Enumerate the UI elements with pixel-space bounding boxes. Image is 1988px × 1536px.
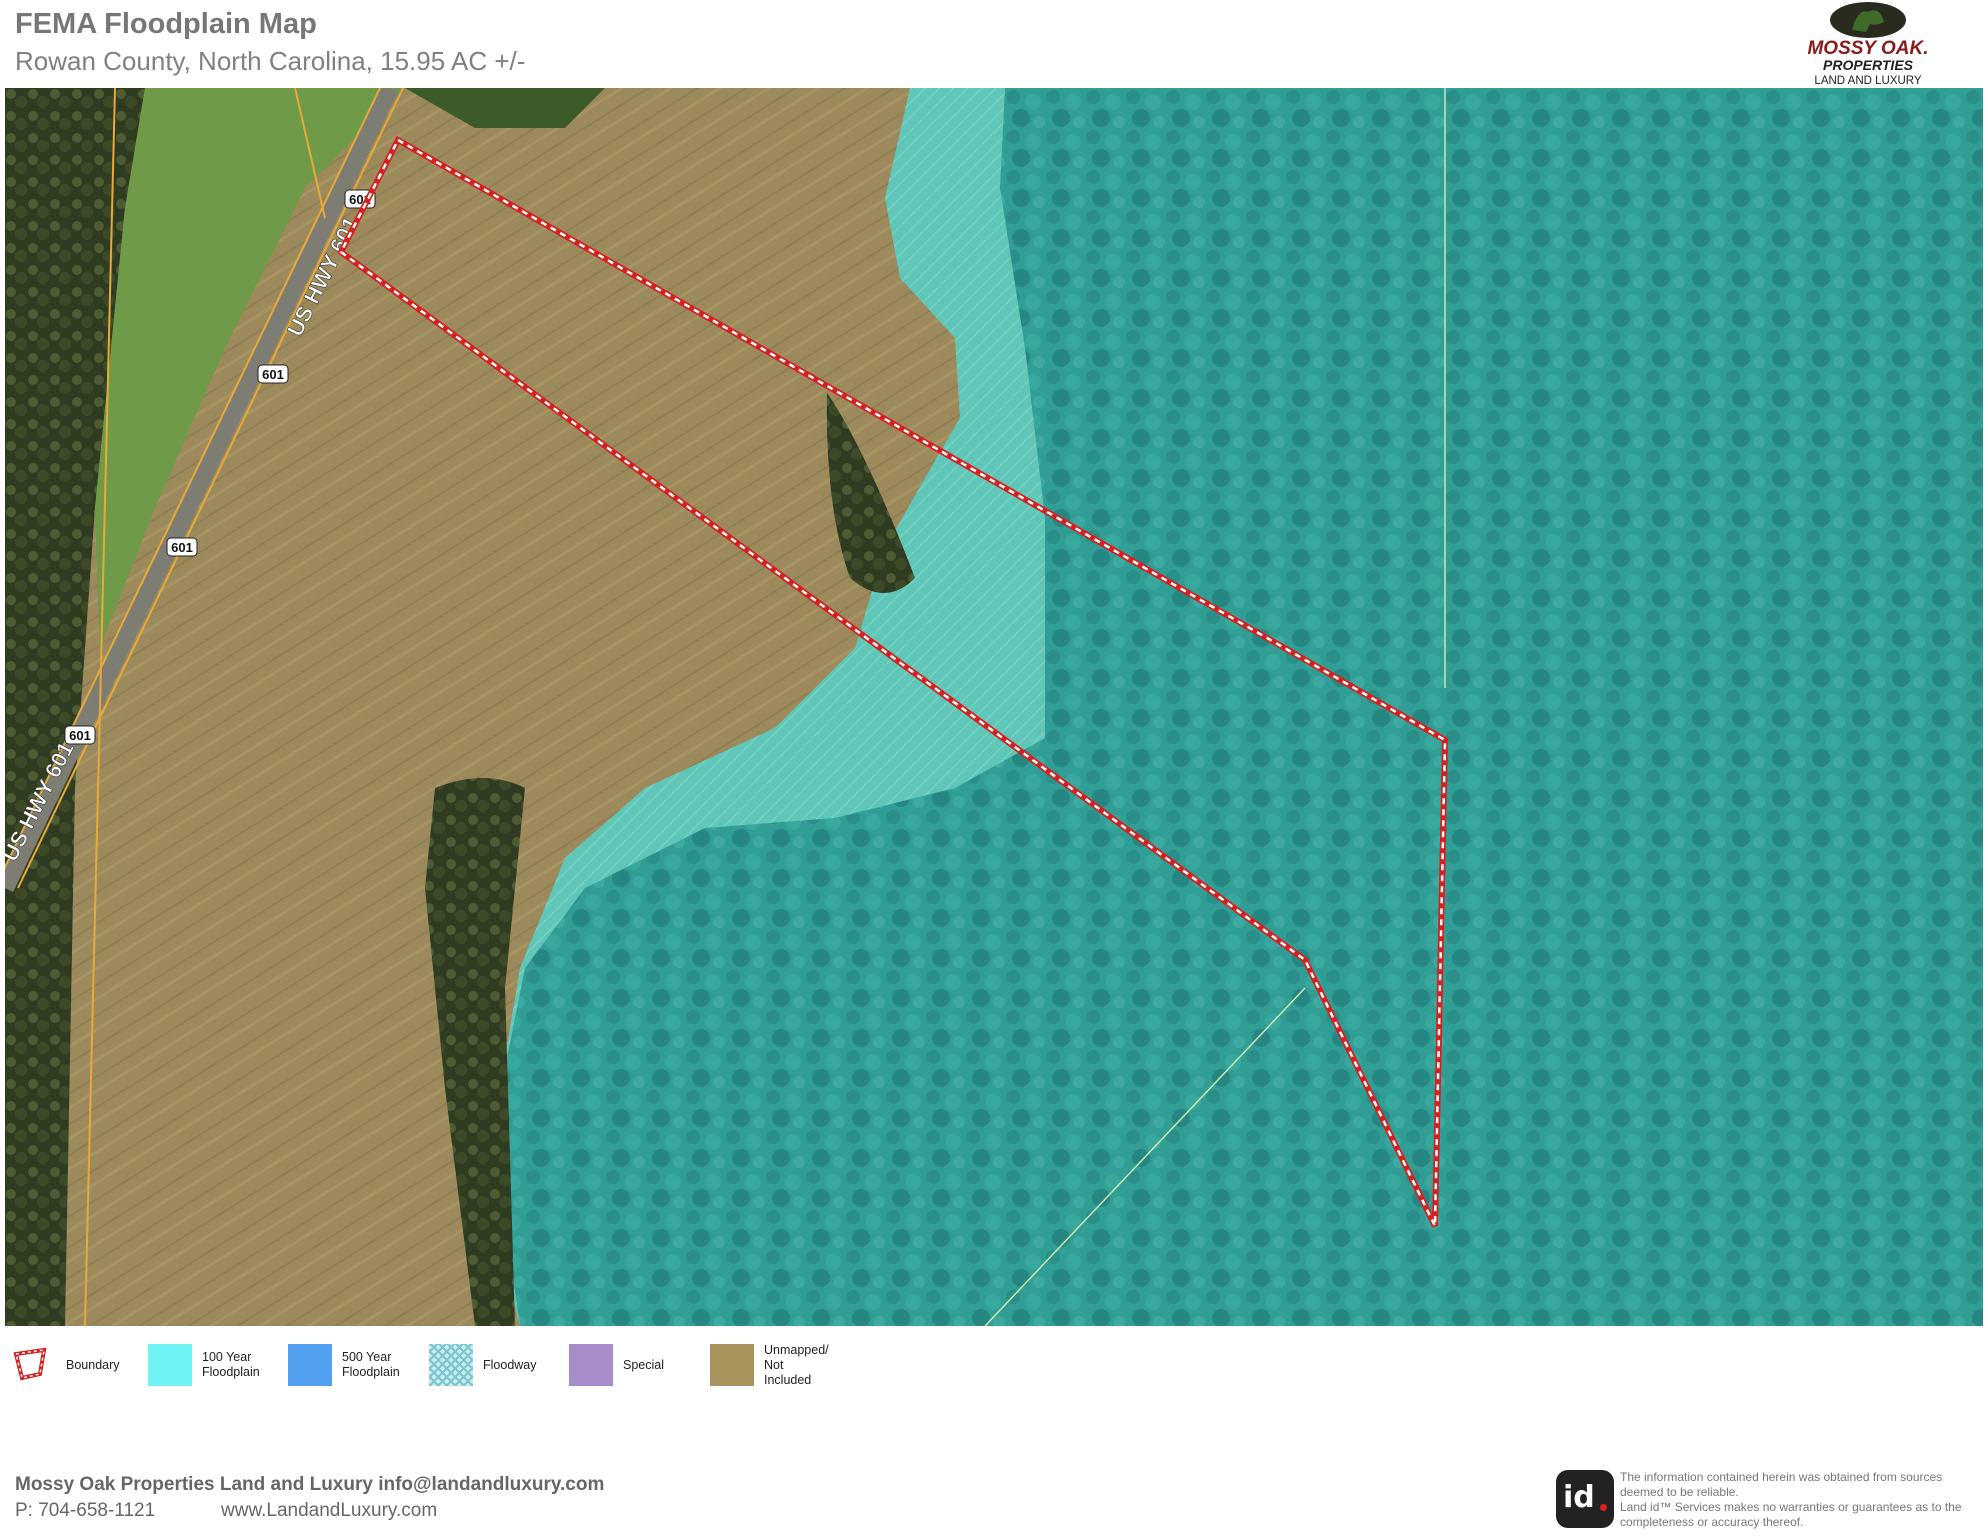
swatch-special <box>569 1344 613 1386</box>
road-shield-2: 601 <box>257 364 289 384</box>
legend-item-unmapped: Unmapped/ Not Included <box>710 1342 829 1388</box>
road-shield-label: 601 <box>69 728 91 743</box>
legend-item-100-year: 100 Year Floodplain <box>148 1342 260 1388</box>
legend-item-special: Special <box>569 1342 664 1388</box>
legend-label: 100 Year Floodplain <box>202 1350 260 1379</box>
mossy-oak-logo: MOSSY OAK. PROPERTIES LAND AND LUXURY <box>1807 2 1929 87</box>
map-page: FEMA Floodplain Map Rowan County, North … <box>0 0 1988 1536</box>
disclaimer: The information contained herein was obt… <box>1620 1470 1962 1529</box>
footer-company: Mossy Oak Properties Land and Luxury inf… <box>15 1474 605 1495</box>
legend-label: Unmapped/ Not Included <box>764 1342 829 1387</box>
road-shield-4: 601 <box>64 725 96 745</box>
legend-label: 500 Year Floodplain <box>342 1350 400 1379</box>
logo-line1: MOSSY OAK. <box>1807 38 1928 59</box>
road-shield-label: 601 <box>171 540 193 555</box>
legend-item-500-year: 500 Year Floodplain <box>288 1342 400 1388</box>
boundary-polygon-icon <box>13 1347 47 1381</box>
logo-line3: LAND AND LUXURY <box>1814 75 1921 87</box>
footer-phone: P: 704-658-1121 <box>15 1500 156 1521</box>
legend-label: Floodway <box>483 1357 537 1372</box>
swatch-500-year <box>288 1344 332 1386</box>
legend-item-boundary: Boundary <box>12 1342 120 1388</box>
footer-website-link[interactable]: www.LandandLuxury.com <box>221 1500 437 1522</box>
page-subtitle: Rowan County, North Carolina, 15.95 AC +… <box>15 46 526 76</box>
road-shield-label: 601 <box>262 367 284 382</box>
land-id-logo: id <box>1556 1470 1614 1528</box>
legend-label: Boundary <box>66 1357 120 1372</box>
map-canvas[interactable]: US HWY 601 US HWY 601 601 601 601 601 <box>5 88 1983 1326</box>
legend-label: Special <box>623 1357 664 1372</box>
legend-item-floodway: Floodway <box>429 1342 537 1388</box>
road-shield-3: 601 <box>166 537 198 557</box>
swatch-unmapped <box>710 1344 754 1386</box>
land-id-logo-text: id <box>1563 1480 1595 1515</box>
logo-line2: PROPERTIES <box>1823 57 1914 73</box>
map-area[interactable]: US HWY 601 US HWY 601 601 601 601 601 <box>5 88 1983 1326</box>
swatch-100-year <box>148 1344 192 1386</box>
land-id-dot-icon <box>1600 1504 1607 1511</box>
hatched-swatch <box>429 1344 473 1386</box>
page-title: FEMA Floodplain Map <box>15 8 317 40</box>
